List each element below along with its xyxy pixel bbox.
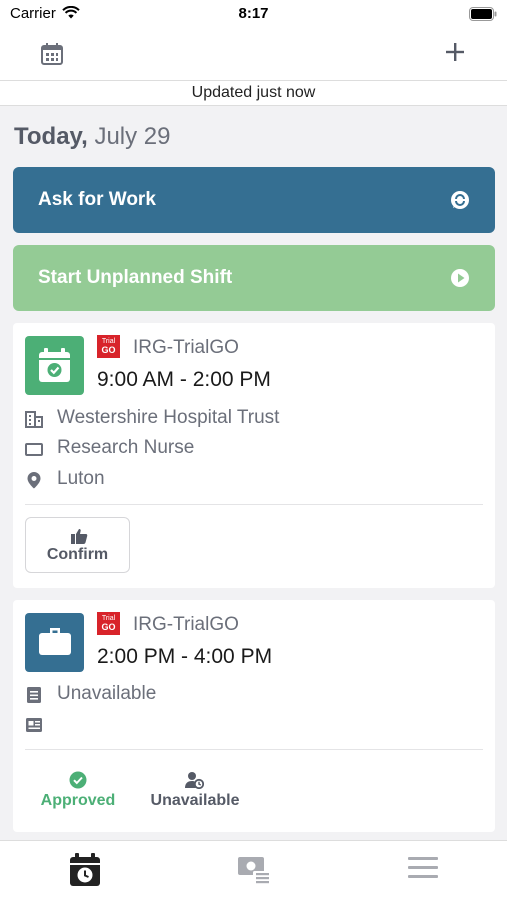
calendar-icon[interactable] <box>40 42 64 66</box>
status-bar: Carrier 8:17 <box>0 0 507 30</box>
unavailable-label: Unavailable <box>150 792 240 809</box>
detail-text: Luton <box>57 468 105 489</box>
badge-icon <box>25 443 43 456</box>
detail-text: Westershire Hospital Trust <box>57 407 280 428</box>
check-circle-icon <box>69 771 87 789</box>
location-pin-icon <box>27 472 41 489</box>
calendar-clock-icon[interactable] <box>69 853 101 887</box>
org-logo-text: Trial <box>101 615 116 622</box>
shift-type-badge <box>25 336 84 395</box>
confirm-button[interactable]: Confirm <box>25 517 130 573</box>
org-name: IRG-TrialGO <box>133 614 239 635</box>
shift-card[interactable]: Trial GO IRG-TrialGO 2:00 PM - 4:00 PM U… <box>13 600 495 832</box>
detail-text: Unavailable <box>57 683 157 704</box>
battery-icon <box>469 7 497 21</box>
date-day-label: Today, <box>14 123 88 150</box>
approved-label: Approved <box>40 792 116 809</box>
confirm-label: Confirm <box>46 546 109 563</box>
shift-type-badge <box>25 613 84 672</box>
start-unplanned-shift-label: Start Unplanned Shift <box>38 267 233 288</box>
org-logo: Trial GO <box>97 612 120 635</box>
org-logo-mark: GO <box>101 622 116 632</box>
chat-icon <box>451 191 469 209</box>
start-unplanned-shift-button[interactable]: Start Unplanned Shift <box>13 245 495 311</box>
document-icon <box>27 687 41 703</box>
org-name: IRG-TrialGO <box>133 337 239 358</box>
tab-bar <box>0 840 507 900</box>
update-status: Updated just now <box>0 80 507 106</box>
plus-icon[interactable] <box>444 41 466 63</box>
play-icon <box>451 269 469 287</box>
shift-card[interactable]: Trial GO IRG-TrialGO 9:00 AM - 2:00 PM W… <box>13 323 495 588</box>
shift-time: 9:00 AM - 2:00 PM <box>97 368 271 391</box>
user-clock-icon <box>185 772 204 789</box>
approved-status[interactable]: Approved <box>37 771 119 817</box>
calendar-check-icon <box>39 348 70 382</box>
briefcase-icon <box>39 628 71 655</box>
ask-for-work-button[interactable]: Ask for Work <box>13 167 495 233</box>
divider <box>25 749 483 750</box>
page-title: Today, July 29 <box>14 123 171 151</box>
divider <box>25 504 483 505</box>
building-icon <box>25 411 43 428</box>
org-logo-mark: GO <box>101 345 116 355</box>
nav-bar <box>0 30 507 80</box>
date-label: July 29 <box>94 123 171 150</box>
unavailable-status[interactable]: Unavailable <box>146 771 244 817</box>
org-logo-text: Trial <box>101 338 116 345</box>
shift-time: 2:00 PM - 4:00 PM <box>97 645 273 668</box>
money-list-icon[interactable] <box>237 853 271 885</box>
detail-text: Research Nurse <box>57 437 195 458</box>
newspaper-icon <box>26 718 42 732</box>
org-logo: Trial GO <box>97 335 120 358</box>
hamburger-icon[interactable] <box>407 853 439 881</box>
ask-for-work-label: Ask for Work <box>38 189 156 210</box>
thumbs-up-icon <box>71 529 88 544</box>
clock: 8:17 <box>238 5 269 22</box>
